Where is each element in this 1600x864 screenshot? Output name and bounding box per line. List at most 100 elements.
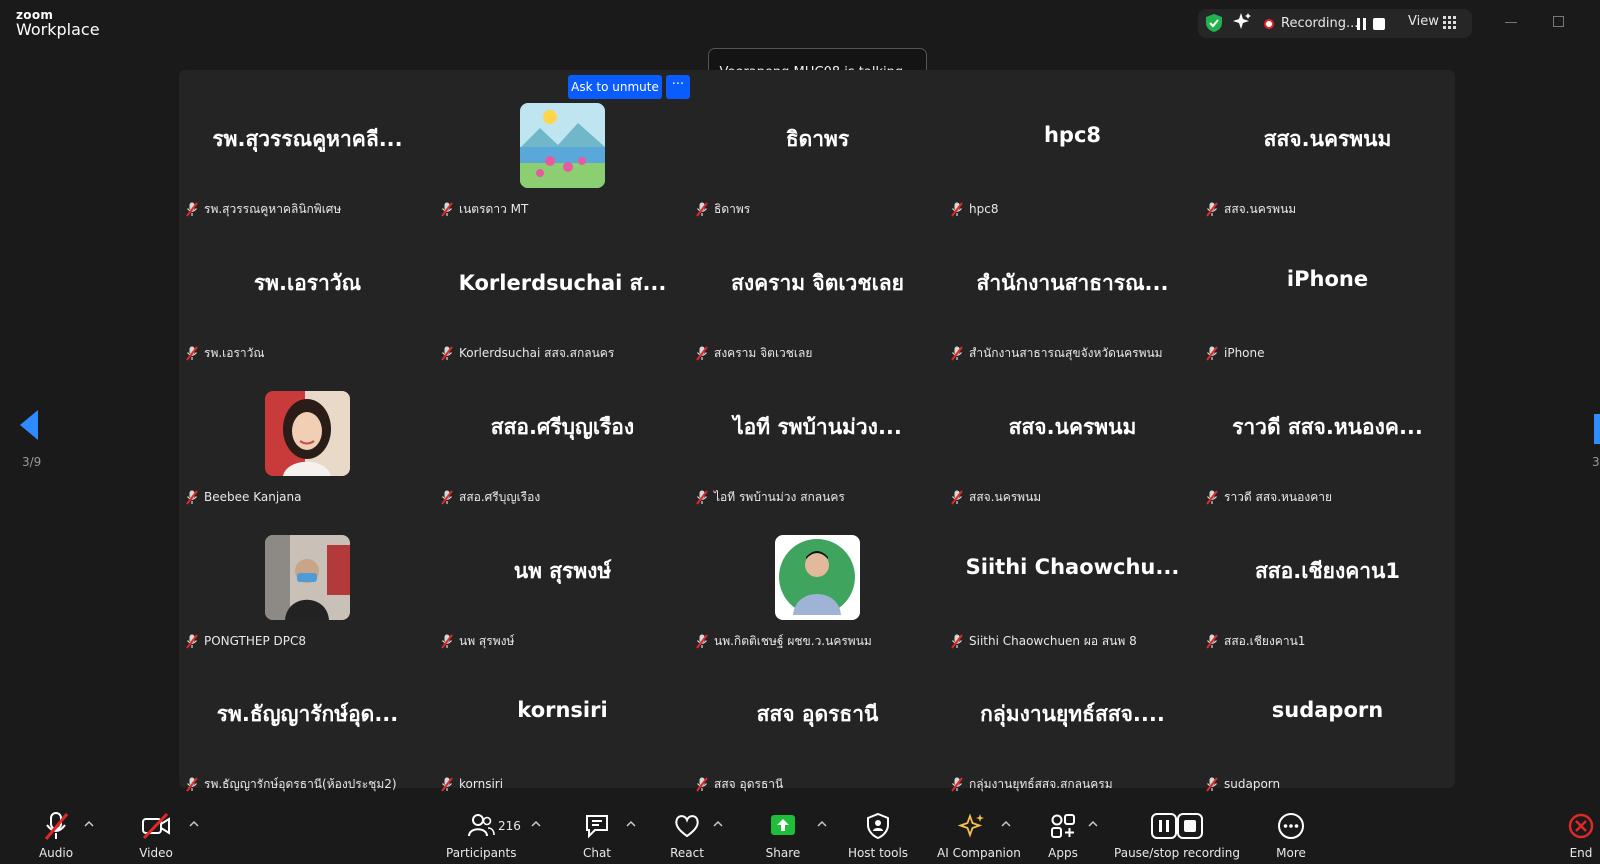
participant-display-name: สสจ อุดรธานี: [756, 702, 879, 726]
participant-name-label: สสอ.ศรีบุญเรือง: [441, 489, 540, 505]
participant-tile[interactable]: PONGTHEP DPC8: [180, 507, 435, 650]
participant-tile[interactable]: รพ.สุวรรณคูหาคลี... รพ.สุวรรณคูหาคลินิกพ…: [180, 75, 435, 218]
more-button[interactable]: More: [1276, 806, 1306, 864]
participants-button[interactable]: Participants: [446, 806, 517, 864]
react-options-chevron-icon[interactable]: [713, 820, 723, 827]
participants-icon: [468, 814, 495, 837]
participant-tile[interactable]: sudaporn sudaporn: [1200, 650, 1455, 793]
participant-tile[interactable]: kornsiri kornsiri: [435, 650, 690, 793]
participant-tile[interactable]: สสจ อุดรธานี สสจ อุดรธานี: [690, 650, 945, 793]
participant-tile[interactable]: สำนักงานสาธารณ... สำนักงานสาธารณสุขจังหว…: [945, 219, 1200, 362]
heart-icon: [675, 815, 699, 838]
participant-name-label: นพ สุรพงษ์: [441, 633, 514, 649]
participant-tile[interactable]: เนตรดาว MT: [435, 75, 690, 218]
react-button[interactable]: React: [670, 806, 704, 864]
video-camera-off-icon: [142, 812, 170, 840]
participant-tile[interactable]: iPhone iPhone: [1200, 219, 1455, 362]
participant-tile[interactable]: Siithi Chaowchu... Siithi Chaowchuen ผอ …: [945, 507, 1200, 650]
participant-tile[interactable]: กลุ่มงานยุทธ์สสจ.... กลุ่มงานยุทธ์สสจ.สก…: [945, 650, 1200, 793]
pause-recording-icon[interactable]: [1357, 18, 1367, 30]
participant-name-text: นพ.กิตติเชษฐ์ ผชข.ว.นครพนม: [714, 633, 872, 648]
mic-muted-icon: [696, 201, 708, 217]
page-indicator-right: 3: [1592, 455, 1600, 469]
share-button[interactable]: Share: [766, 806, 800, 864]
participants-options-chevron-icon[interactable]: [531, 820, 541, 827]
participant-name-label: Siithi Chaowchuen ผอ สนพ 8: [951, 633, 1137, 649]
share-options-chevron-icon[interactable]: [817, 820, 827, 827]
participant-name-text: สสจ.นครพนม: [1224, 201, 1297, 216]
end-meeting-button[interactable]: End: [1568, 806, 1594, 864]
end-close-icon: [1568, 813, 1594, 839]
mic-muted-icon: [441, 633, 453, 649]
participant-tile[interactable]: นพ.กิตติเชษฐ์ ผชข.ว.นครพนม: [690, 507, 945, 650]
participant-tile[interactable]: Beebee Kanjana: [180, 363, 435, 506]
participant-tile[interactable]: สสจ.นครพนม สสจ.นครพนม: [945, 363, 1200, 506]
ai-sparkle-icon[interactable]: [1232, 12, 1252, 32]
chat-button[interactable]: Chat: [582, 806, 612, 864]
share-label: Share: [765, 846, 801, 860]
participant-name-text: Beebee Kanjana: [204, 490, 302, 504]
mic-muted-icon: [1206, 776, 1218, 792]
participant-name-text: hpc8: [969, 202, 999, 216]
participant-name-label: iPhone: [1206, 345, 1265, 361]
participant-tile[interactable]: สสอ.ศรีบุญเรือง สสอ.ศรีบุญเรือง: [435, 363, 690, 506]
mic-muted-icon: [1206, 345, 1218, 361]
pause-stop-recording-button[interactable]: Pause/stop recording: [1114, 806, 1240, 864]
view-button[interactable]: View: [1408, 14, 1439, 29]
participant-name-text: รพ.ธัญญารักษ์อุดรธานี(ห้องประชุม2): [204, 776, 397, 791]
participant-display-name: ไอที รพบ้านม่วง...: [733, 415, 902, 439]
view-grid-icon[interactable]: [1443, 16, 1456, 29]
microphone-muted-icon: [44, 812, 69, 840]
participant-tile[interactable]: สสอ.เชียงคาน1 สสอ.เชียงคาน1: [1200, 507, 1455, 650]
participant-name-text: สำนักงานสาธารณสุขจังหวัดนครพนม: [969, 345, 1163, 360]
ai-companion-button[interactable]: AI Companion: [937, 806, 1021, 864]
apps-options-chevron-icon[interactable]: [1088, 820, 1098, 827]
stop-recording-icon[interactable]: [1373, 18, 1385, 30]
apps-button[interactable]: Apps: [1048, 806, 1078, 864]
host-tools-button[interactable]: Host tools: [848, 806, 908, 864]
participant-tile[interactable]: สสจ.นครพนม สสจ.นครพนม: [1200, 75, 1455, 218]
audio-options-chevron-icon[interactable]: [84, 820, 94, 827]
participant-name-label: สสจ.นครพนม: [951, 489, 1041, 505]
participant-tile[interactable]: ราวดี สสจ.หนองค... ราวดี สสจ.หนองคาย: [1200, 363, 1455, 506]
participant-tile[interactable]: hpc8 hpc8: [945, 75, 1200, 218]
share-screen-icon: [771, 815, 795, 835]
encryption-shield-icon[interactable]: [1204, 13, 1224, 33]
participant-name-text: ราวดี สสจ.หนองคาย: [1224, 489, 1332, 504]
end-label: End: [1569, 846, 1593, 860]
window-minimize-icon[interactable]: [1505, 22, 1517, 23]
mic-muted-icon: [186, 201, 198, 217]
participant-tile[interactable]: นพ สุรพงษ์ นพ สุรพงษ์: [435, 507, 690, 650]
participant-name-label: Korlerdsuchai สสจ.สกลนคร: [441, 345, 614, 361]
participant-display-name: สสอ.เชียงคาน1: [1254, 559, 1401, 583]
participant-name-text: สสอ.เชียงคาน1: [1224, 633, 1306, 648]
participant-tile[interactable]: ไอที รพบ้านม่วง... ไอที รพบ้านม่วง สกลนค…: [690, 363, 945, 506]
participant-name-label: นพ.กิตติเชษฐ์ ผชข.ว.นครพนม: [696, 633, 872, 649]
mic-muted-icon: [186, 633, 198, 649]
participant-display-name: สำนักงานสาธารณ...: [976, 271, 1169, 295]
participant-tile[interactable]: Korlerdsuchai ส... Korlerdsuchai สสจ.สกล…: [435, 219, 690, 362]
more-label: More: [1276, 846, 1306, 860]
participant-tile[interactable]: รพ.ธัญญารักษ์อุด... รพ.ธัญญารักษ์อุดรธาน…: [180, 650, 435, 793]
previous-page-arrow-icon[interactable]: [20, 410, 40, 440]
apps-grid-icon: [1051, 814, 1075, 838]
video-options-chevron-icon[interactable]: [189, 820, 199, 827]
ai-companion-options-chevron-icon[interactable]: [1001, 820, 1011, 827]
participant-name-label: ราวดี สสจ.หนองคาย: [1206, 489, 1332, 505]
mic-muted-icon: [441, 201, 453, 217]
participant-tile[interactable]: รพ.เอราวัณ รพ.เอราวัณ: [180, 219, 435, 362]
participant-name-text: นพ สุรพงษ์: [459, 633, 515, 648]
window-restore-icon[interactable]: [1553, 16, 1564, 27]
participant-tile[interactable]: ธิดาพร ธิดาพร: [690, 75, 945, 218]
participant-tile[interactable]: สงคราม จิตเวชเลย สงคราม จิตเวชเลย: [690, 219, 945, 362]
participant-display-name: Korlerdsuchai ส...: [458, 271, 667, 295]
next-page-arrow-icon[interactable]: [1594, 414, 1600, 444]
participant-display-name: Siithi Chaowchu...: [965, 555, 1180, 579]
mic-muted-icon: [696, 776, 708, 792]
video-button[interactable]: Video: [138, 806, 174, 864]
chat-options-chevron-icon[interactable]: [626, 820, 636, 827]
participant-display-name: สสอ.ศรีบุญเรือง: [490, 415, 635, 439]
participant-name-label: รพ.เอราวัณ: [186, 345, 265, 361]
participant-name-label: เนตรดาว MT: [441, 201, 528, 217]
audio-button[interactable]: Audio: [38, 806, 74, 864]
